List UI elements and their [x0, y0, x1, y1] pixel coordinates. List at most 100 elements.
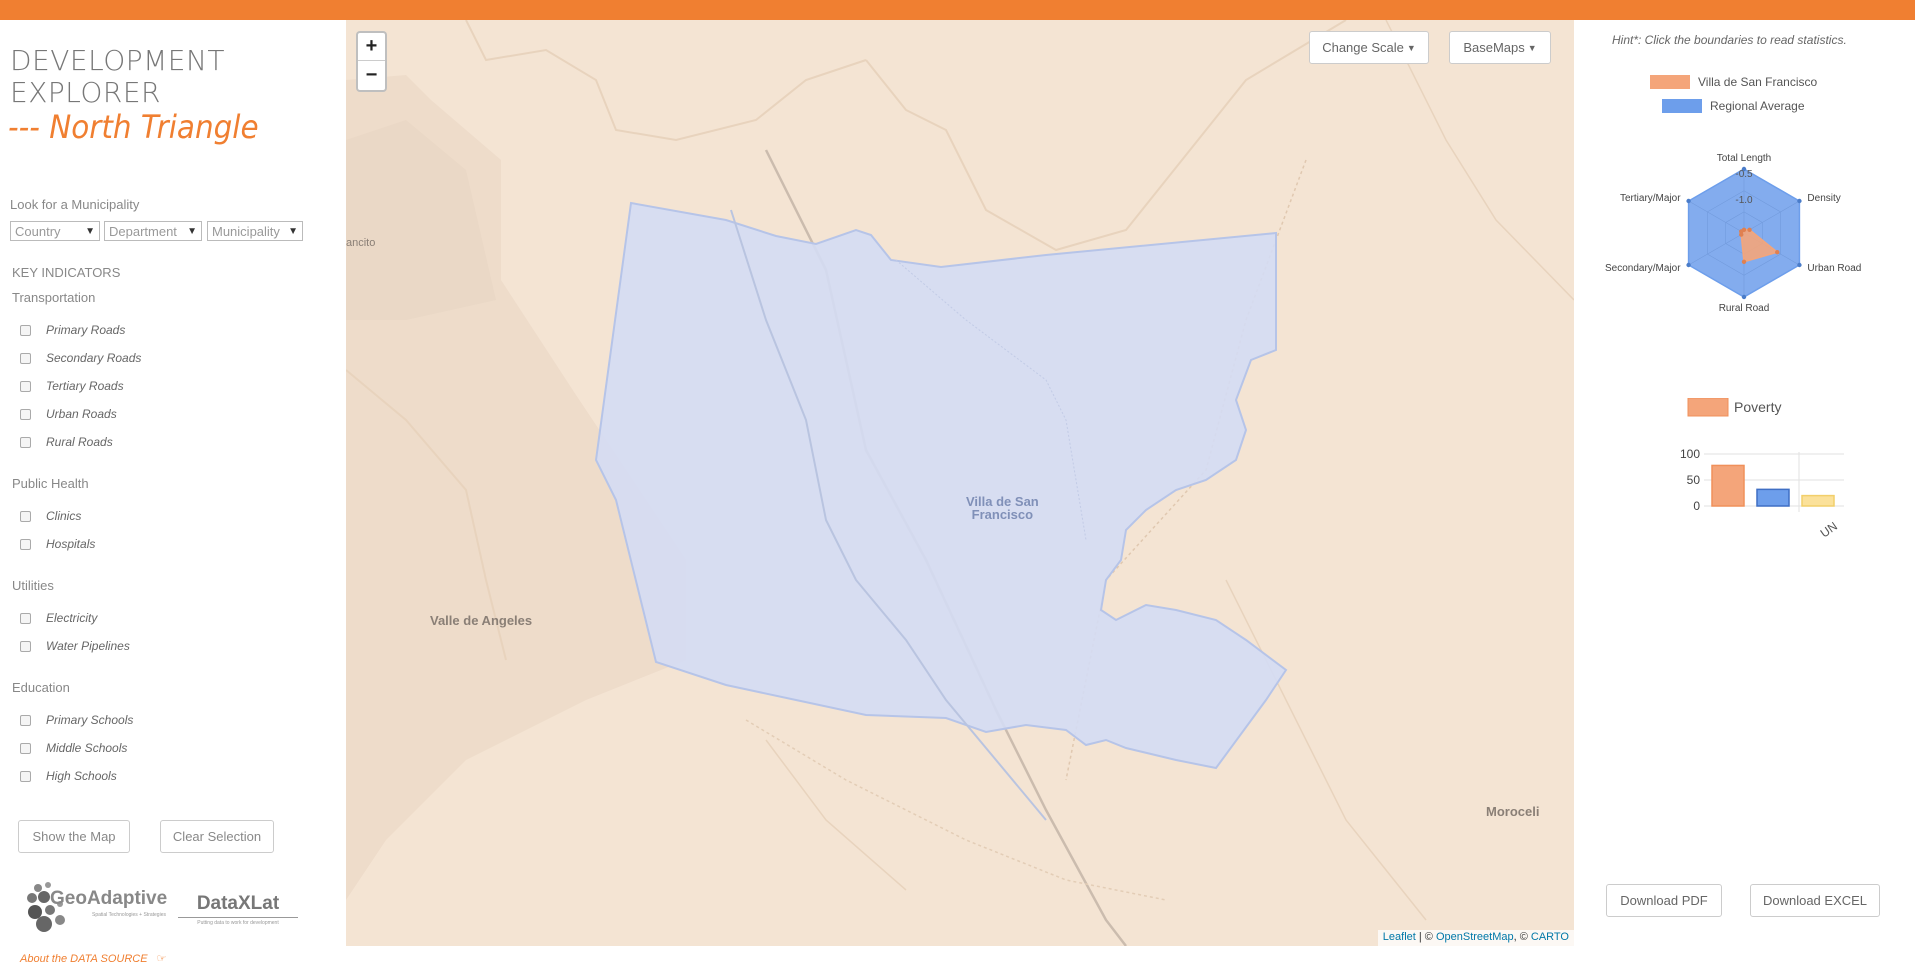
- geoadaptive-logo: GeoAdaptive Spatial Technologies + Strat…: [24, 880, 174, 934]
- bar-1: [1756, 488, 1790, 507]
- legend-label: Villa de San Francisco: [1698, 75, 1818, 89]
- show-map-button[interactable]: Show the Map: [18, 820, 130, 853]
- checkbox-label: Water Pipelines: [46, 639, 130, 653]
- map-canvas[interactable]: + − Change Scale ▼ BaseMaps ▼ Villa de S…: [346, 20, 1574, 946]
- basemaps-button[interactable]: BaseMaps ▼: [1449, 31, 1551, 64]
- radar-point: [1741, 259, 1747, 264]
- public-health-heading: Public Health: [12, 476, 89, 491]
- radar-axis-label: Secondary/Major: [1605, 263, 1681, 274]
- statistics-panel: Hint*: Click the boundaries to read stat…: [1574, 20, 1915, 946]
- radar-point: [1686, 198, 1691, 204]
- place-label-ancito: ancito: [346, 237, 376, 249]
- radar-chart[interactable]: Total Length Density Urban Road Rural Road S…: [1594, 135, 1894, 345]
- checkbox[interactable]: [20, 408, 31, 420]
- leaflet-link[interactable]: Leaflet: [1383, 931, 1416, 943]
- dataxlat-logo-tagline: Putting data to work for development: [178, 917, 298, 926]
- place-label-villa-de-san-francisco: Villa de San Francisco: [966, 495, 1039, 521]
- caret-down-icon: ▼: [288, 225, 298, 237]
- checkbox-label: Hospitals: [46, 537, 96, 551]
- attribution-separator: , ©: [1513, 931, 1531, 943]
- checkbox-label: Electricity: [46, 611, 98, 625]
- bar-legend-label: Poverty: [1734, 399, 1781, 415]
- radar-point: [1797, 198, 1802, 204]
- checkbox-primary-schools[interactable]: Primary Schools: [20, 713, 133, 727]
- about-data-source-link[interactable]: About the DATA SOURCE ☞: [20, 952, 167, 965]
- bar-legend-swatch: [1687, 398, 1729, 417]
- checkbox-label: Primary Schools: [46, 713, 134, 727]
- radar-point: [1741, 294, 1747, 300]
- checkbox-label: High Schools: [46, 769, 117, 783]
- checkbox[interactable]: [20, 742, 31, 754]
- checkbox-label: Secondary Roads: [46, 351, 142, 365]
- education-heading: Education: [12, 680, 70, 695]
- checkbox[interactable]: [20, 510, 31, 522]
- radar-axis-label: Rural Road: [1719, 303, 1770, 314]
- checkbox-water-pipelines[interactable]: Water Pipelines: [20, 639, 130, 653]
- place-label-moroceli: Moroceli: [1486, 804, 1540, 819]
- radar-axis-label: Urban Road: [1807, 263, 1861, 274]
- change-scale-label: Change Scale: [1322, 40, 1404, 55]
- poverty-bar-chart[interactable]: Poverty 100 50 0 UN: [1674, 398, 1874, 538]
- pointing-hand-icon: ☞: [156, 953, 167, 965]
- checkbox-label: Urban Roads: [46, 407, 117, 421]
- download-excel-button[interactable]: Download EXCEL: [1750, 884, 1880, 917]
- checkbox[interactable]: [20, 324, 31, 336]
- department-select[interactable]: Department ▼: [104, 221, 202, 241]
- attribution-separator: | ©: [1415, 931, 1436, 943]
- checkbox-rural-roads[interactable]: Rural Roads: [20, 435, 113, 449]
- checkbox[interactable]: [20, 612, 31, 624]
- checkbox-label: Rural Roads: [46, 435, 113, 449]
- app-subtitle: --- North Triangle: [8, 108, 259, 146]
- radar-point: [1739, 229, 1744, 234]
- checkbox-hospitals[interactable]: Hospitals: [20, 537, 95, 551]
- checkbox-tertiary-roads[interactable]: Tertiary Roads: [20, 379, 124, 393]
- search-label: Look for a Municipality: [10, 197, 140, 212]
- app-title-line1: DEVELOPMENT: [10, 44, 226, 77]
- radar-tick-label: -1.0: [1735, 195, 1753, 206]
- app-title-line2: EXPLORER: [10, 76, 161, 109]
- carto-link[interactable]: CARTO: [1531, 931, 1569, 943]
- municipality-select-value: Municipality: [212, 223, 280, 239]
- checkbox[interactable]: [20, 436, 31, 448]
- bar-y-tick: 50: [1687, 473, 1701, 487]
- sidebar: DEVELOPMENT EXPLORER --- North Triangle …: [0, 20, 346, 965]
- department-select-value: Department: [109, 223, 177, 239]
- checkbox-primary-roads[interactable]: Primary Roads: [20, 323, 125, 337]
- country-select-value: Country: [15, 223, 61, 239]
- change-scale-button[interactable]: Change Scale ▼: [1309, 31, 1429, 64]
- dataxlat-logo: DataXLat Putting data to work for develo…: [178, 893, 298, 927]
- checkbox-middle-schools[interactable]: Middle Schools: [20, 741, 127, 755]
- checkbox[interactable]: [20, 352, 31, 364]
- legend-item-regional: Regional Average: [1662, 99, 1805, 113]
- checkbox-clinics[interactable]: Clinics: [20, 509, 81, 523]
- checkbox[interactable]: [20, 380, 31, 392]
- municipality-select[interactable]: Municipality ▼: [207, 221, 303, 241]
- zoom-in-button[interactable]: +: [358, 33, 385, 61]
- checkbox-electricity[interactable]: Electricity: [20, 611, 97, 625]
- checkbox-urban-roads[interactable]: Urban Roads: [20, 407, 117, 421]
- bar-2: [1801, 494, 1835, 507]
- checkbox-label: Clinics: [46, 509, 82, 523]
- basemaps-label: BaseMaps: [1463, 40, 1525, 55]
- top-accent-bar: [0, 0, 1915, 20]
- clear-selection-button[interactable]: Clear Selection: [160, 820, 274, 853]
- caret-down-icon: ▼: [187, 225, 197, 237]
- caret-down-icon: ▼: [1527, 42, 1537, 53]
- checkbox-high-schools[interactable]: High Schools: [20, 769, 117, 783]
- checkbox[interactable]: [20, 770, 31, 782]
- zoom-out-button[interactable]: −: [358, 61, 385, 89]
- radar-axis-label: Total Length: [1717, 153, 1772, 164]
- key-indicators-heading: KEY INDICATORS: [12, 265, 121, 280]
- openstreetmap-link[interactable]: OpenStreetMap: [1436, 931, 1514, 943]
- checkbox-secondary-roads[interactable]: Secondary Roads: [20, 351, 141, 365]
- checkbox[interactable]: [20, 538, 31, 550]
- checkbox[interactable]: [20, 714, 31, 726]
- bar-x-label: UN: [1818, 519, 1840, 538]
- zoom-control: + −: [356, 31, 387, 92]
- caret-down-icon: ▼: [1406, 42, 1416, 53]
- checkbox[interactable]: [20, 640, 31, 652]
- country-select[interactable]: Country ▼: [10, 221, 100, 241]
- legend-label: Regional Average: [1710, 99, 1805, 113]
- radar-point: [1686, 262, 1691, 268]
- download-pdf-button[interactable]: Download PDF: [1606, 884, 1722, 917]
